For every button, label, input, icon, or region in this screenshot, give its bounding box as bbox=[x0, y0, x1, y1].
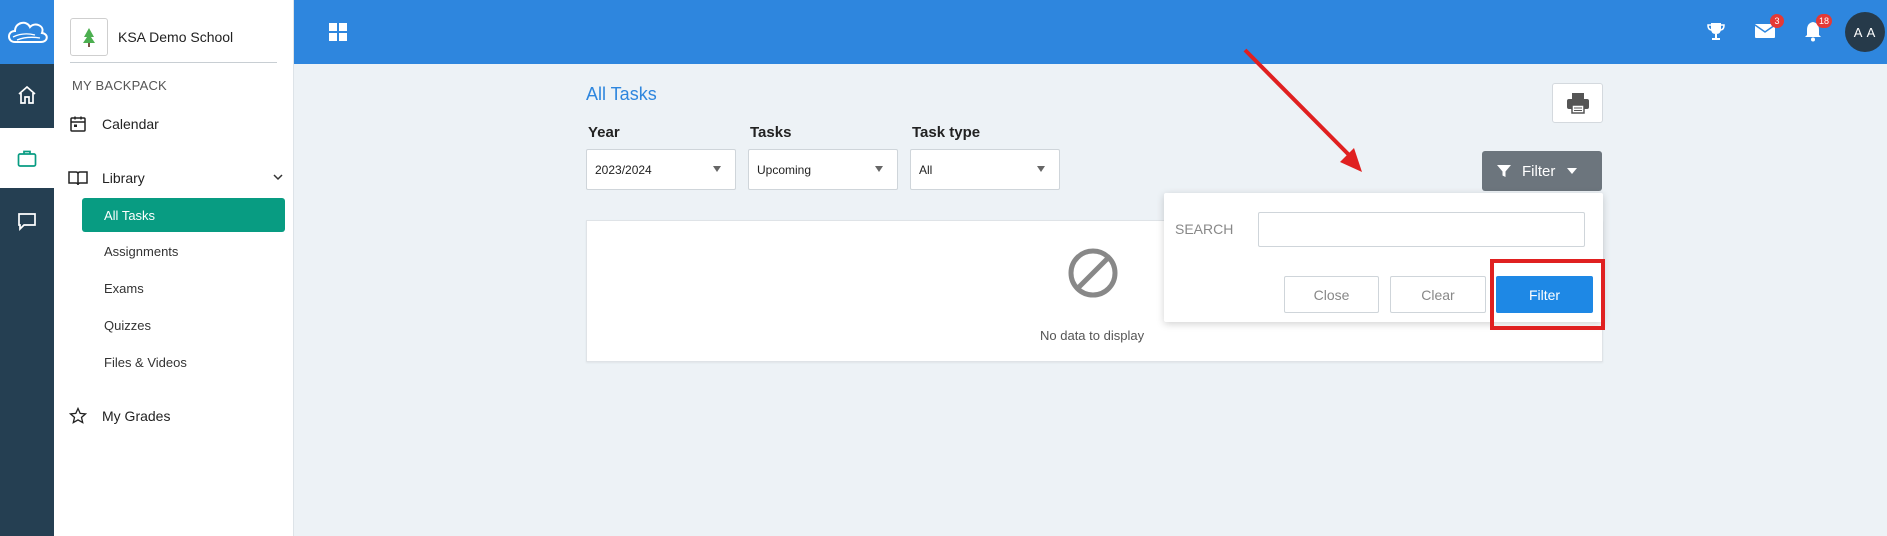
rail-backpack-button[interactable] bbox=[0, 128, 54, 188]
tree-icon bbox=[83, 28, 95, 47]
sidebar-item-assignments[interactable]: Assignments bbox=[82, 234, 285, 268]
funnel-icon bbox=[1497, 165, 1511, 177]
sidebar-item-quizzes[interactable]: Quizzes bbox=[82, 308, 285, 342]
calendar-icon bbox=[68, 114, 88, 134]
trophy-button[interactable] bbox=[1705, 20, 1727, 47]
rail-messages-button[interactable] bbox=[0, 191, 54, 251]
apps-grid-icon[interactable] bbox=[328, 22, 348, 47]
cloud-icon bbox=[8, 21, 48, 43]
no-data-icon bbox=[1067, 247, 1119, 304]
year-select[interactable]: 2023/2024 bbox=[586, 149, 736, 190]
notifications-button[interactable]: 18 bbox=[1802, 14, 1832, 47]
top-bar: 3 18 A A bbox=[294, 0, 1887, 64]
sidebar: KSA Demo School MY BACKPACK Calendar Lib… bbox=[54, 0, 294, 536]
left-rail bbox=[0, 0, 54, 536]
book-icon bbox=[68, 168, 88, 188]
sidebar-item-library[interactable]: Library bbox=[68, 168, 284, 188]
annotation-arrow bbox=[1243, 48, 1362, 172]
sidebar-item-all-tasks[interactable]: All Tasks bbox=[82, 198, 285, 232]
sidebar-item-label: Calendar bbox=[102, 116, 159, 132]
sidebar-item-my-grades[interactable]: My Grades bbox=[68, 406, 170, 426]
sidebar-item-label: My Grades bbox=[102, 408, 171, 424]
task-type-value: All bbox=[919, 162, 933, 177]
avatar[interactable]: A A bbox=[1845, 12, 1885, 52]
sidebar-item-label: Library bbox=[102, 170, 145, 186]
empty-state-text: No data to display bbox=[1040, 328, 1145, 343]
school-logo bbox=[70, 18, 108, 56]
caret-down-icon bbox=[1567, 168, 1578, 174]
tasks-value: Upcoming bbox=[757, 162, 812, 177]
trophy-icon bbox=[1707, 23, 1725, 40]
home-icon bbox=[18, 85, 36, 104]
sidebar-item-calendar[interactable]: Calendar bbox=[68, 114, 159, 134]
search-label: SEARCH bbox=[1175, 221, 1234, 237]
year-label: Year bbox=[588, 124, 620, 141]
section-title: MY BACKPACK bbox=[72, 78, 167, 93]
tasks-label: Tasks bbox=[750, 124, 792, 141]
school-header[interactable]: KSA Demo School bbox=[70, 12, 277, 63]
chevron-down-icon bbox=[272, 170, 284, 186]
rail-home-button[interactable] bbox=[0, 65, 54, 125]
tasks-select[interactable]: Upcoming bbox=[748, 149, 898, 190]
mail-button[interactable]: 3 bbox=[1754, 14, 1784, 47]
notifications-badge: 18 bbox=[1815, 14, 1832, 28]
caret-down-icon bbox=[1037, 166, 1045, 172]
page-title: All Tasks bbox=[586, 84, 657, 104]
star-icon bbox=[68, 406, 88, 426]
chat-icon bbox=[18, 213, 36, 232]
sidebar-item-files-videos[interactable]: Files & Videos bbox=[82, 345, 285, 379]
caret-down-icon bbox=[713, 166, 721, 172]
printer-icon bbox=[1566, 93, 1589, 114]
school-name: KSA Demo School bbox=[118, 29, 234, 45]
sidebar-item-exams[interactable]: Exams bbox=[82, 271, 285, 305]
clear-button[interactable]: Clear bbox=[1390, 276, 1486, 313]
highlight-box bbox=[1490, 259, 1605, 330]
app-logo[interactable] bbox=[0, 0, 54, 64]
mail-badge: 3 bbox=[1770, 14, 1784, 28]
task-type-select[interactable]: All bbox=[910, 149, 1060, 190]
print-button[interactable] bbox=[1552, 83, 1603, 123]
search-input[interactable] bbox=[1258, 212, 1585, 247]
filter-toggle-button[interactable]: Filter bbox=[1482, 151, 1602, 191]
year-value: 2023/2024 bbox=[595, 162, 652, 177]
briefcase-icon bbox=[17, 150, 37, 167]
caret-down-icon bbox=[875, 166, 883, 172]
filter-toggle-label: Filter bbox=[1522, 162, 1556, 180]
task-type-label: Task type bbox=[912, 124, 981, 141]
close-button[interactable]: Close bbox=[1284, 276, 1379, 313]
